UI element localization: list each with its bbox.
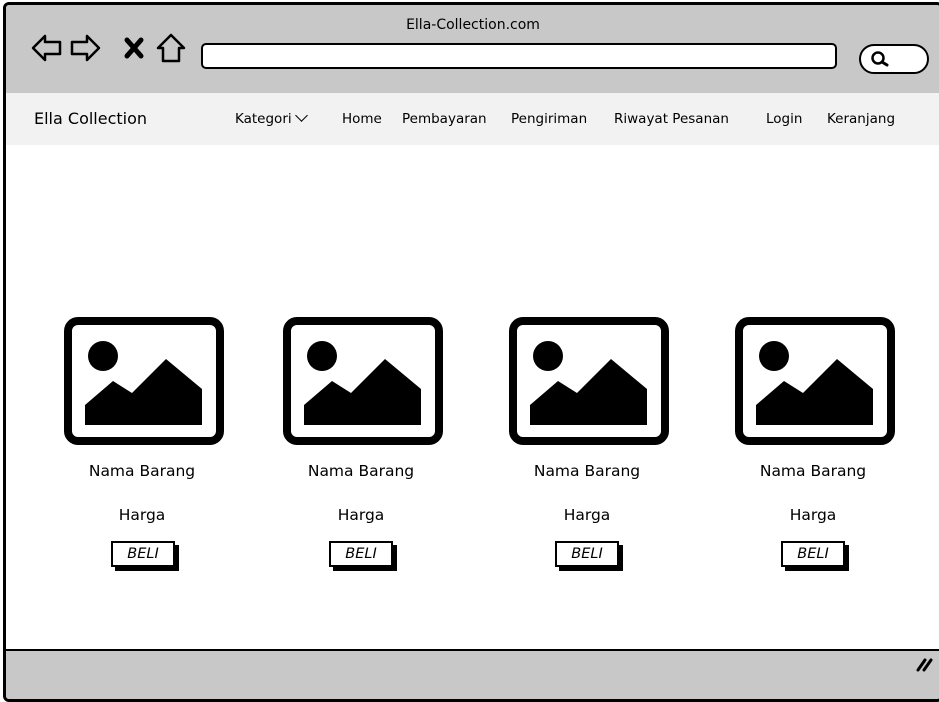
menu-item-keranjang[interactable]: Keranjang (827, 111, 895, 127)
product-name: Nama Barang (88, 462, 196, 480)
menu-item-pengiriman[interactable]: Pengiriman (511, 111, 587, 127)
product-card: Nama Barang Harga BELI (283, 317, 453, 587)
resize-grip-icon[interactable] (914, 656, 934, 672)
product-card: Nama Barang Harga BELI (509, 317, 679, 587)
menu-item-riwayat-pesanan[interactable]: Riwayat Pesanan (614, 111, 729, 127)
product-card: Nama Barang Harga BELI (64, 317, 234, 587)
buy-button[interactable]: BELI (555, 541, 619, 567)
buy-button[interactable]: BELI (329, 541, 393, 567)
product-price: Harga (118, 506, 166, 524)
product-price: Harga (789, 506, 837, 524)
product-name: Nama Barang (533, 462, 641, 480)
image-placeholder-icon (509, 317, 669, 445)
menu-item-login[interactable]: Login (766, 111, 802, 127)
image-placeholder-icon (283, 317, 443, 445)
menu-item-label: Kategori (235, 111, 292, 127)
address-bar[interactable] (201, 43, 837, 69)
back-arrow-icon[interactable] (30, 31, 64, 65)
product-price: Harga (563, 506, 611, 524)
brand-logo-text[interactable]: Ella Collection (34, 109, 147, 128)
image-placeholder-icon (735, 317, 895, 445)
menu-item-home[interactable]: Home (342, 111, 382, 127)
menu-item-kategori[interactable]: Kategori (235, 109, 308, 127)
product-name: Nama Barang (759, 462, 867, 480)
search-button[interactable] (859, 44, 929, 74)
buy-button[interactable]: BELI (111, 541, 175, 567)
forward-arrow-icon[interactable] (68, 31, 102, 65)
product-price: Harga (337, 506, 385, 524)
home-icon[interactable] (154, 31, 188, 65)
product-card: Nama Barang Harga BELI (735, 317, 905, 587)
navigation-menubar: Ella Collection Kategori Home Pembayaran… (6, 93, 939, 145)
browser-titlebar: Ella-Collection.com (6, 5, 939, 93)
image-placeholder-icon (64, 317, 224, 445)
buy-button[interactable]: BELI (781, 541, 845, 567)
chevron-down-icon (294, 109, 308, 122)
close-x-icon[interactable] (118, 31, 152, 65)
product-name: Nama Barang (307, 462, 415, 480)
search-icon (871, 51, 889, 67)
menu-item-pembayaran[interactable]: Pembayaran (402, 111, 487, 127)
browser-window: Ella-Collection.com Ella Collection Kate… (3, 2, 939, 702)
